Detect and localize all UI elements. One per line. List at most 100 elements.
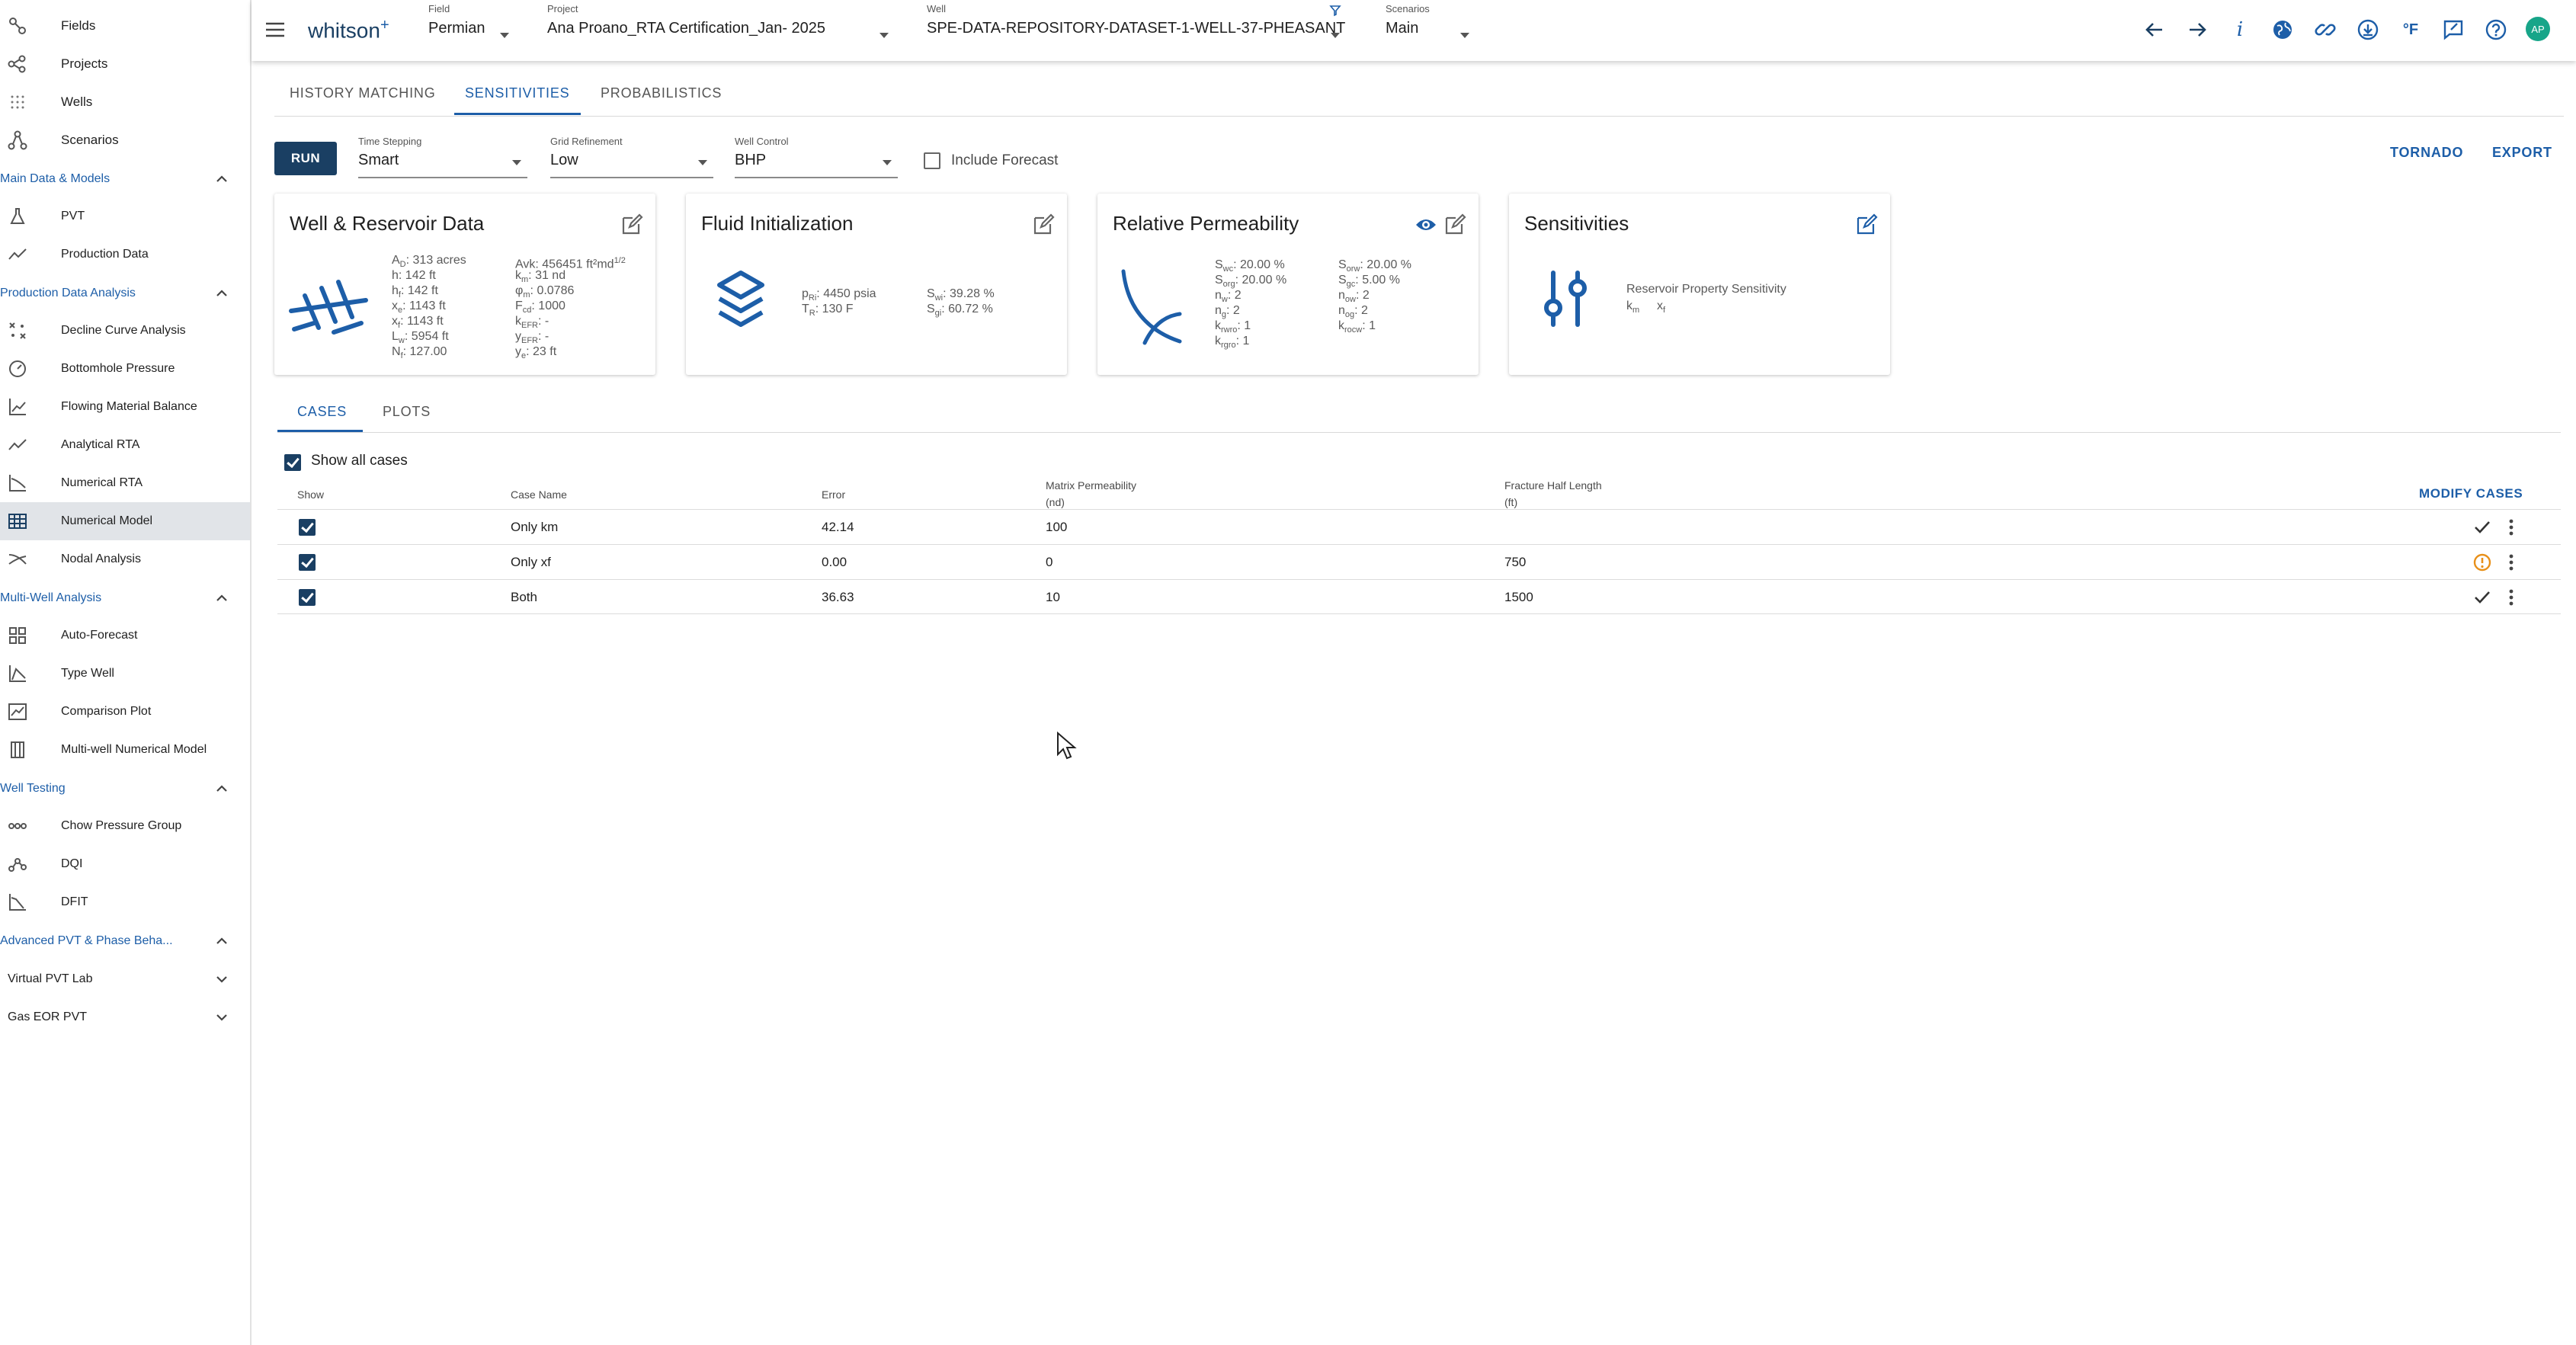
- active-tab-indicator: [454, 113, 581, 115]
- sidebar-item-comparison-plot[interactable]: Comparison Plot: [0, 693, 250, 731]
- section-multi-well-analysis[interactable]: Multi-Well Analysis: [0, 581, 250, 616]
- edit-icon[interactable]: [1032, 213, 1055, 236]
- tab-probabilistics[interactable]: PROBABILISTICS: [601, 85, 722, 101]
- fields-icon: [6, 14, 29, 37]
- sidebar-item-chow-pressure-group[interactable]: Chow Pressure Group: [0, 807, 250, 845]
- section-advanced-pvt[interactable]: Advanced PVT & Phase Beha...: [0, 924, 250, 959]
- sensitivities-card[interactable]: Sensitivities Reservoir Property Sensiti…: [1509, 194, 1890, 375]
- row-show-checkbox[interactable]: [299, 554, 316, 571]
- sidebar-item-label: Comparison Plot: [61, 705, 152, 718]
- tornado-button[interactable]: TORNADO: [2390, 145, 2463, 161]
- row-show-checkbox[interactable]: [299, 589, 316, 606]
- sidebar-item-numerical-model[interactable]: Numerical Model: [0, 502, 250, 540]
- sidebar-item-pvt[interactable]: PVT: [0, 197, 250, 235]
- section-title: Multi-Well Analysis: [0, 591, 102, 604]
- run-button[interactable]: RUN: [274, 142, 337, 175]
- sidebar-item-analytical-rta[interactable]: Analytical RTA: [0, 426, 250, 464]
- globe-icon[interactable]: [2270, 17, 2296, 43]
- filter-icon[interactable]: [1329, 5, 1341, 17]
- scenarios-icon: [6, 129, 29, 152]
- well-reservoir-card[interactable]: Well & Reservoir Data AD: 313 acres h: 1…: [274, 194, 655, 375]
- warning-icon[interactable]: [2472, 552, 2492, 572]
- edit-icon[interactable]: [1443, 213, 1466, 236]
- sidebar-item-label: Type Well: [61, 667, 114, 680]
- caret-down-icon[interactable]: [500, 33, 509, 38]
- tab-history-matching[interactable]: HISTORY MATCHING: [290, 85, 436, 101]
- section-gas-eor-pvt[interactable]: Gas EOR PVT: [0, 1000, 250, 1035]
- fluid-initialization-card[interactable]: Fluid Initialization pRi: 4450 psia TR: …: [686, 194, 1067, 375]
- caret-down-icon[interactable]: [1460, 33, 1469, 38]
- sidebar-item-multi-well-numerical-model[interactable]: Multi-well Numerical Model: [0, 731, 250, 769]
- feedback-icon[interactable]: [2440, 17, 2466, 43]
- grid-refinement-caption: Grid Refinement: [550, 136, 623, 147]
- eye-icon[interactable]: [1415, 213, 1437, 236]
- sidebar-item-dqi[interactable]: DQI: [0, 845, 250, 883]
- section-main-data-models[interactable]: Main Data & Models: [0, 162, 250, 197]
- table-row[interactable]: Only xf 0.00 0 750: [277, 544, 2561, 579]
- field-select[interactable]: Field Permian: [428, 3, 535, 37]
- sidebar-item-nodal-analysis[interactable]: Nodal Analysis: [0, 540, 250, 578]
- table-row[interactable]: Both 36.63 10 1500: [277, 579, 2561, 614]
- more-vertical-icon[interactable]: [2501, 517, 2521, 537]
- project-select[interactable]: Project Ana Proano_RTA Certification_Jan…: [547, 3, 928, 37]
- sidebar-item-fields[interactable]: Fields: [0, 7, 250, 45]
- numerical-chart-icon: [6, 472, 29, 495]
- sidebar-item-type-well[interactable]: Type Well: [0, 655, 250, 693]
- sidebar-item-label: Auto-Forecast: [61, 629, 138, 642]
- nodal-icon: [6, 548, 29, 571]
- sidebar-item-bottomhole-pressure[interactable]: Bottomhole Pressure: [0, 350, 250, 388]
- download-icon[interactable]: [2355, 17, 2381, 43]
- tab-cases[interactable]: CASES: [297, 404, 347, 420]
- sidebar-item-flowing-material-balance[interactable]: Flowing Material Balance: [0, 388, 250, 426]
- app-logo[interactable]: whitson+: [308, 17, 389, 43]
- show-all-cases-checkbox[interactable]: [284, 454, 301, 471]
- tab-plots[interactable]: PLOTS: [383, 404, 431, 420]
- menu-icon[interactable]: [264, 20, 287, 40]
- sidebar-item-wells[interactable]: Wells: [0, 83, 250, 121]
- section-well-testing[interactable]: Well Testing: [0, 771, 250, 806]
- relative-permeability-card[interactable]: Relative Permeability Swc: 20.00 % Sorg:…: [1097, 194, 1479, 375]
- well-select[interactable]: Well SPE-DATA-REPOSITORY-DATASET-1-WELL-…: [927, 3, 1384, 37]
- section-title: Virtual PVT Lab: [8, 972, 93, 985]
- more-vertical-icon[interactable]: [2501, 552, 2521, 572]
- modify-cases-button[interactable]: MODIFY CASES: [2419, 486, 2523, 501]
- include-forecast-checkbox[interactable]: [924, 152, 940, 169]
- section-virtual-pvt-lab[interactable]: Virtual PVT Lab: [0, 962, 250, 997]
- forward-arrow-icon[interactable]: [2184, 17, 2210, 43]
- info-icon[interactable]: i: [2227, 17, 2253, 43]
- caret-down-icon: [698, 160, 707, 165]
- matrix-perm-cell: 10: [1046, 590, 1060, 604]
- caret-down-icon[interactable]: [1331, 33, 1340, 38]
- row-show-checkbox[interactable]: [299, 519, 316, 536]
- user-avatar[interactable]: AP: [2526, 17, 2550, 41]
- scenarios-caption: Scenarios: [1386, 3, 1430, 14]
- projects-icon: [6, 53, 29, 75]
- sidebar-item-scenarios[interactable]: Scenarios: [0, 121, 250, 159]
- sidebar-item-production-data[interactable]: Production Data: [0, 235, 250, 274]
- temperature-unit-toggle[interactable]: °F: [2398, 17, 2424, 43]
- caret-down-icon[interactable]: [879, 33, 889, 38]
- sidebar-item-decline-curve-analysis[interactable]: Decline Curve Analysis: [0, 312, 250, 350]
- tab-sensitivities[interactable]: SENSITIVITIES: [465, 85, 569, 101]
- export-button[interactable]: EXPORT: [2492, 145, 2552, 161]
- back-arrow-icon[interactable]: [2142, 17, 2167, 43]
- well-control-select[interactable]: Well Control BHP: [735, 136, 898, 178]
- grid-refinement-select[interactable]: Grid Refinement Low: [550, 136, 713, 178]
- section-production-data-analysis[interactable]: Production Data Analysis: [0, 276, 250, 311]
- table-row[interactable]: Only km 42.14 100: [277, 509, 2561, 544]
- sidebar-item-projects[interactable]: Projects: [0, 45, 250, 83]
- frac-length-cell: 750: [1504, 555, 1527, 569]
- sidebar-item-label: Scenarios: [61, 133, 119, 147]
- sidebar-item-numerical-rta[interactable]: Numerical RTA: [0, 464, 250, 502]
- sidebar-item-label: DQI: [61, 857, 83, 870]
- more-vertical-icon[interactable]: [2501, 588, 2521, 607]
- sidebar-item-dfit[interactable]: DFIT: [0, 883, 250, 921]
- param-h: h: 142 ft: [392, 269, 436, 282]
- param-krgro: krgro: 1: [1215, 335, 1250, 351]
- link-icon[interactable]: [2312, 17, 2338, 43]
- help-icon[interactable]: [2483, 17, 2509, 43]
- time-stepping-select[interactable]: Time Stepping Smart: [358, 136, 527, 178]
- edit-icon[interactable]: [620, 213, 643, 236]
- edit-icon[interactable]: [1855, 213, 1878, 236]
- sidebar-item-auto-forecast[interactable]: Auto-Forecast: [0, 616, 250, 655]
